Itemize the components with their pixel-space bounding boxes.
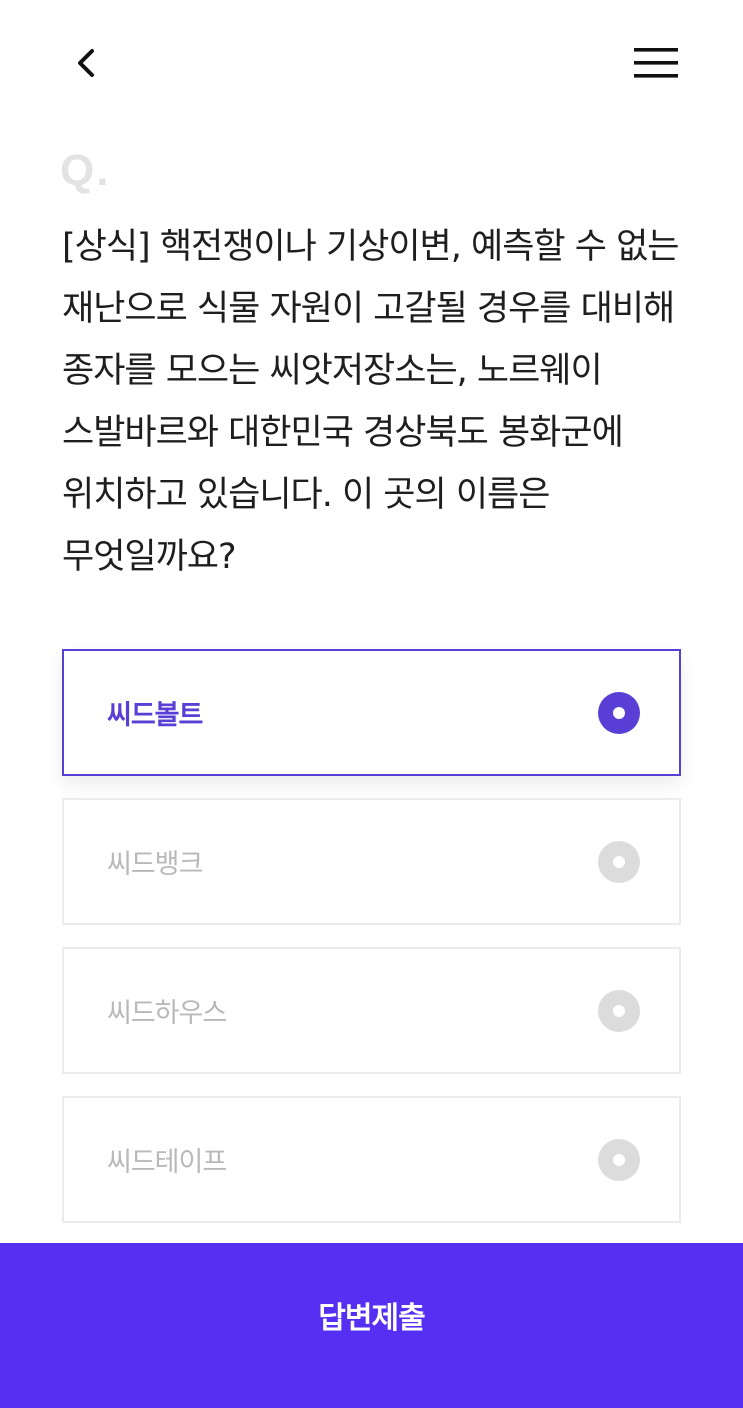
question-text: [상식] 핵전쟁이나 기상이변, 예측할 수 없는 재난으로 식물 자원이 고갈… (62, 227, 679, 577)
back-button[interactable] (62, 38, 112, 88)
radio-icon[interactable] (598, 1139, 640, 1181)
answer-option-3[interactable]: 씨드하우스 (62, 947, 681, 1074)
answer-option-1[interactable]: 씨드볼트 (62, 649, 681, 776)
top-bar (0, 0, 743, 125)
answer-options: 씨드볼트 씨드뱅크 씨드하우스 씨드테이프 (62, 649, 681, 1245)
answer-option-4[interactable]: 씨드테이프 (62, 1096, 681, 1223)
radio-icon[interactable] (598, 990, 640, 1032)
submit-answer-button[interactable]: 답변제출 (0, 1243, 743, 1408)
answer-option-label: 씨드하우스 (107, 998, 227, 1029)
radio-icon[interactable] (598, 692, 640, 734)
answer-option-label: 씨드볼트 (107, 700, 203, 731)
question-marker: Q. (60, 146, 111, 195)
chevron-left-icon (78, 49, 94, 77)
answer-option-label: 씨드테이프 (107, 1147, 227, 1178)
menu-button[interactable] (630, 38, 682, 88)
hamburger-menu-icon (634, 48, 678, 78)
answer-option-2[interactable]: 씨드뱅크 (62, 798, 681, 925)
answer-option-label: 씨드뱅크 (107, 849, 203, 880)
radio-icon[interactable] (598, 841, 640, 883)
